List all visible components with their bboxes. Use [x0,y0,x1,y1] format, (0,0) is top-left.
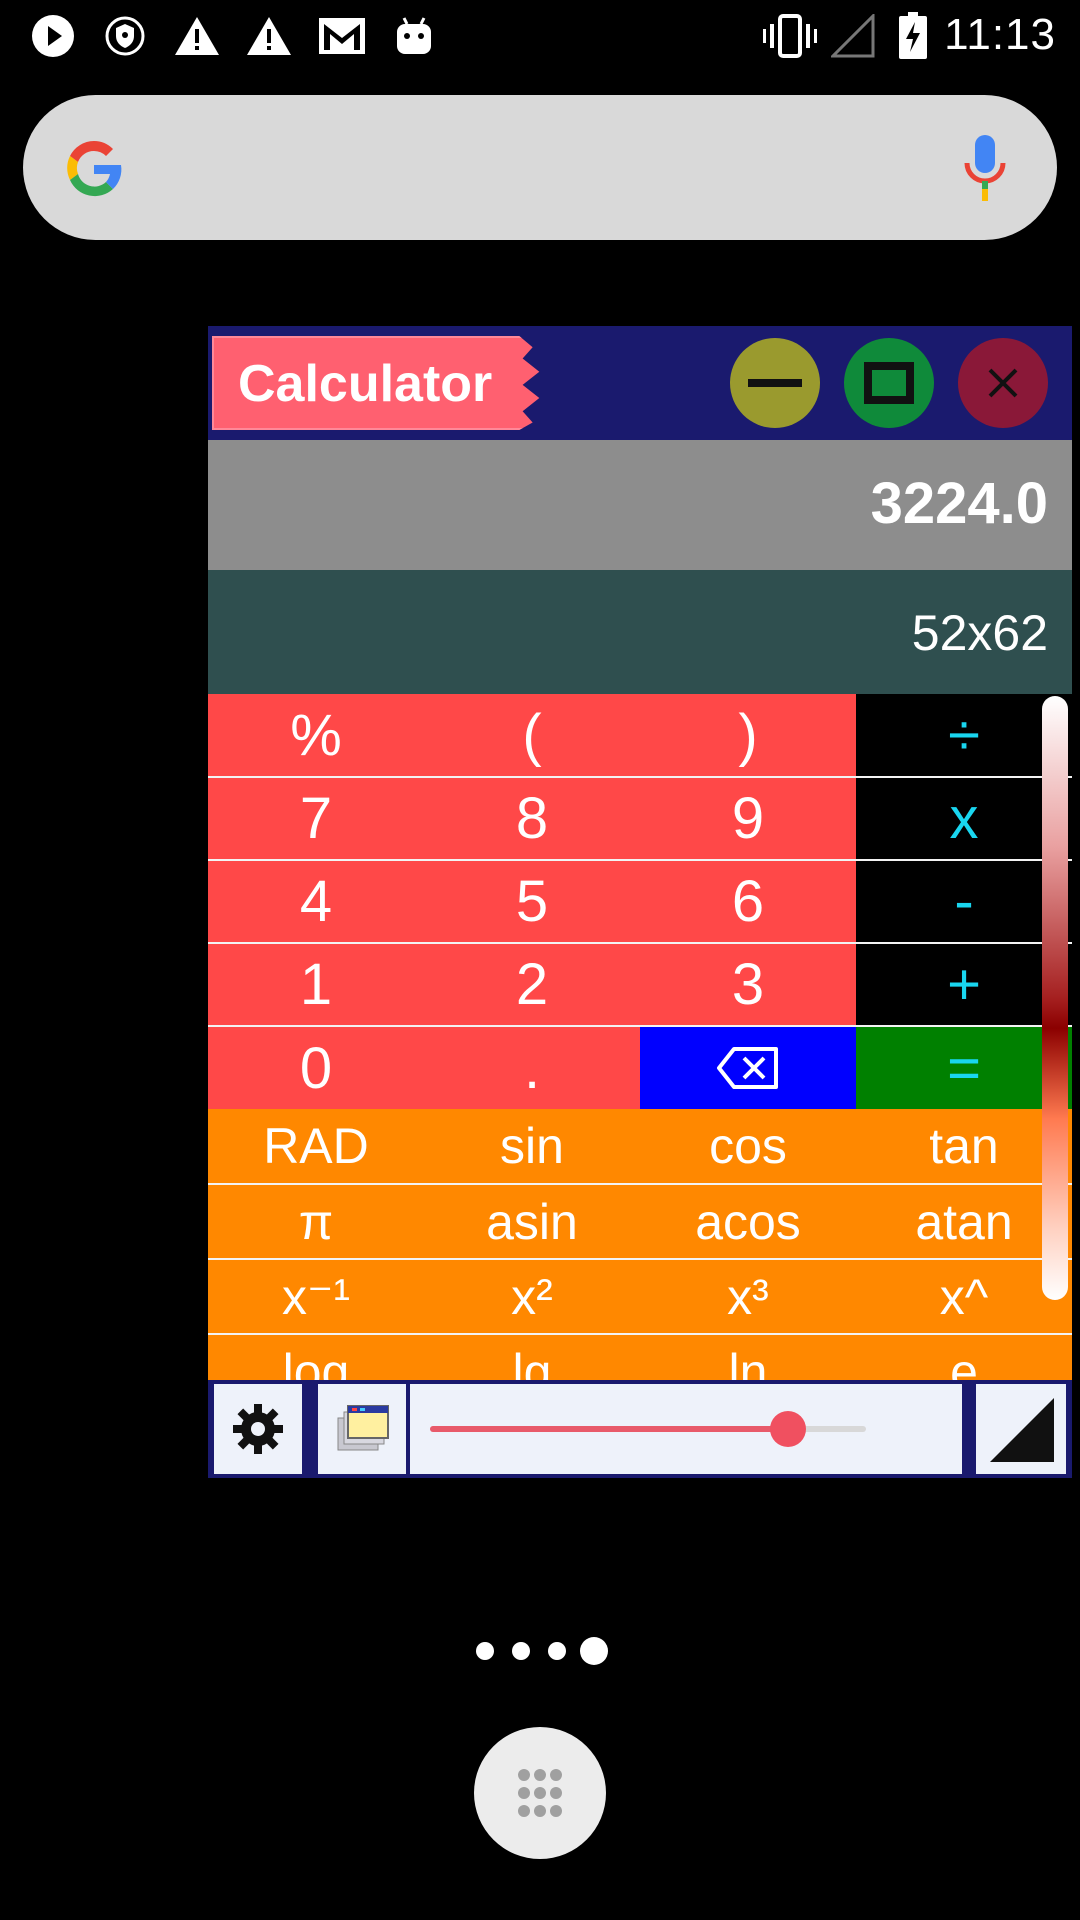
key-2[interactable]: 2 [424,944,640,1025]
key-decimal[interactable]: . [424,1027,640,1109]
key-backspace[interactable] [640,1027,856,1109]
settings-button[interactable] [214,1384,302,1474]
key-8[interactable]: 8 [424,778,640,859]
warning-icon [172,14,222,58]
window-title: Calculator [238,355,493,413]
status-bar: 11:13 [0,0,1080,72]
windows-button[interactable] [318,1384,406,1474]
signal-icon [830,14,876,58]
slider-track [430,1411,866,1447]
google-search-bar[interactable] [23,95,1057,240]
window-toolbar [208,1380,1072,1478]
slider-fill [430,1426,788,1432]
key-e[interactable]: e [856,1335,1072,1380]
key-square[interactable]: x² [424,1260,640,1333]
expression-display: 52x62 [208,570,1072,694]
key-open-paren[interactable]: ( [424,694,640,776]
apps-grid-icon [518,1769,562,1817]
key-plus[interactable]: + [856,944,1072,1025]
app-drawer-button[interactable] [474,1727,606,1859]
opacity-slider[interactable] [410,1384,962,1474]
android-icon [392,14,436,58]
page-dot-active [580,1637,608,1665]
key-rad[interactable]: RAD [208,1109,424,1183]
keypad-scrollbar[interactable] [1042,696,1068,1300]
result-value: 3224.0 [870,471,1048,536]
key-cube[interactable]: x³ [640,1260,856,1333]
play-icon [30,14,76,58]
title-tag: Calculator [212,336,540,430]
minimize-icon [748,379,802,387]
key-7[interactable]: 7 [208,778,424,859]
resize-corner-icon [990,1398,1054,1462]
close-icon [988,368,1018,398]
page-dot [512,1642,530,1660]
gear-icon [233,1404,283,1454]
key-1[interactable]: 1 [208,944,424,1025]
key-log[interactable]: log [208,1335,424,1380]
key-atan[interactable]: atan [856,1185,1072,1258]
shield-icon [102,14,148,58]
vibrate-icon [762,14,818,58]
keypad-row-clipped: log lg ln e [208,1335,1072,1380]
key-percent[interactable]: % [208,694,424,776]
page-dot [548,1642,566,1660]
key-cos[interactable]: cos [640,1109,856,1183]
windows-icon [337,1405,389,1451]
key-multiply[interactable]: x [856,778,1072,859]
warning-icon [244,14,294,58]
key-pi[interactable]: π [208,1185,424,1258]
key-asin[interactable]: asin [424,1185,640,1258]
key-6[interactable]: 6 [640,861,856,942]
key-lg[interactable]: lg [424,1335,640,1380]
key-equals[interactable]: = [856,1027,1072,1109]
google-g-icon [67,141,122,197]
key-power[interactable]: x^ [856,1260,1072,1333]
key-3[interactable]: 3 [640,944,856,1025]
calculator-window: Calculator 3224.0 52x62 % ( ) ÷ 7 8 9 x … [208,326,1072,1478]
battery-charging-icon [896,12,930,59]
key-4[interactable]: 4 [208,861,424,942]
title-bar[interactable]: Calculator [208,326,1072,440]
expression-value: 52x62 [911,605,1048,661]
clock: 11:13 [944,10,1056,59]
close-button[interactable] [958,338,1048,428]
slider-knob[interactable] [769,1411,806,1447]
key-reciprocal[interactable]: x⁻¹ [208,1260,424,1333]
key-sin[interactable]: sin [424,1109,640,1183]
resize-handle[interactable] [976,1384,1066,1474]
key-0[interactable]: 0 [208,1027,424,1109]
page-indicator [474,1636,610,1666]
minimize-button[interactable] [730,338,820,428]
key-5[interactable]: 5 [424,861,640,942]
key-9[interactable]: 9 [640,778,856,859]
key-close-paren[interactable]: ) [640,694,856,776]
result-display: 3224.0 [208,440,1072,570]
maximize-button[interactable] [844,338,934,428]
key-acos[interactable]: acos [640,1185,856,1258]
key-divide[interactable]: ÷ [856,694,1072,776]
gmail-icon [316,14,368,58]
maximize-icon [864,362,914,404]
key-minus[interactable]: - [856,861,1072,942]
key-tan[interactable]: tan [856,1109,1072,1183]
page-dot [476,1642,494,1660]
backspace-icon [717,1047,778,1089]
mic-icon[interactable] [963,133,1007,203]
key-ln[interactable]: ln [640,1335,856,1380]
